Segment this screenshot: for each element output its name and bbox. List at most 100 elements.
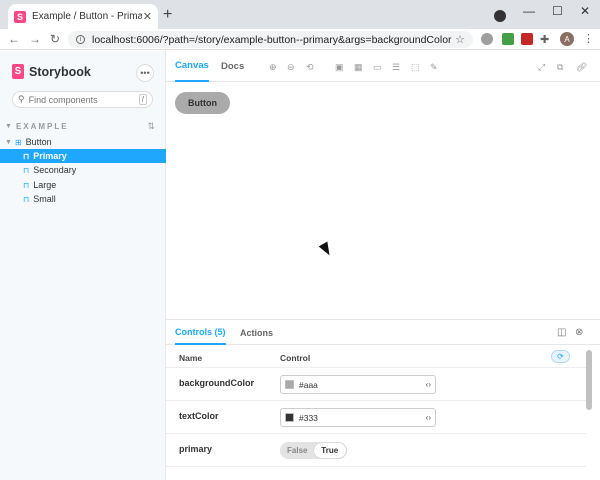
controls-table: Name Control ⟳ backgroundColor #aaa ‹› t… xyxy=(166,346,586,467)
forward-icon[interactable]: → xyxy=(29,32,41,46)
bookmark-icon: ⊓ xyxy=(23,151,30,161)
storybook-title: Storybook xyxy=(29,64,91,79)
sidebar-item-label: Large xyxy=(33,180,57,190)
column-header-name: Name xyxy=(179,353,203,363)
open-new-tab-icon[interactable]: ⧉ xyxy=(557,62,563,73)
sidebar-item-small[interactable]: ⊓ Small xyxy=(0,192,166,206)
control-name: backgroundColor xyxy=(179,378,255,388)
table-row: backgroundColor #aaa ‹› xyxy=(166,368,586,401)
browser-title-bar: S Example / Button - Primary · Storybook… xyxy=(0,0,600,29)
search-box[interactable]: ⚲ / xyxy=(12,91,153,108)
table-row: textColor #333 ‹› xyxy=(166,401,586,434)
bookmark-star-icon[interactable]: ☆ xyxy=(455,33,465,46)
expand-collapse-icon[interactable]: ‹› xyxy=(426,413,431,422)
sidebar-item-label: Secondary xyxy=(33,165,77,175)
sidebar-item-label: Small xyxy=(33,194,56,204)
storybook-sidebar: S Storybook ••• ⚲ / ▼ EXAMPLE ⇅ ▼ ⊞ Butt… xyxy=(0,51,166,480)
toggle-option-true[interactable]: True xyxy=(313,443,346,458)
zoom-out-icon[interactable]: ⊖ xyxy=(287,62,295,73)
tab-actions[interactable]: Actions xyxy=(240,320,273,345)
edit-icon[interactable]: ✎ xyxy=(430,62,438,73)
close-tab-icon[interactable]: ✕ xyxy=(143,10,152,23)
site-info-icon[interactable]: i xyxy=(76,35,85,44)
search-input[interactable] xyxy=(28,94,129,105)
zoom-in-icon[interactable]: ⊕ xyxy=(269,62,277,73)
storybook-logo-icon: S xyxy=(12,64,24,79)
addons-panel: Controls (5) Actions ◫ ⊗ Name Control ⟳ … xyxy=(166,319,600,480)
sidebar-item-secondary[interactable]: ⊓ Secondary xyxy=(0,163,166,177)
tab-title: Example / Button - Primary · Storybook xyxy=(32,11,142,22)
panel-orientation-icon[interactable]: ◫ xyxy=(557,327,566,338)
preview-toolbar: Canvas Docs ⊕ ⊖ ⟲ ▣ ▦ ▭ ☰ ⬚ ✎ ⤢ ⧉ 🔗︎ xyxy=(166,51,600,82)
table-header: Name Control ⟳ xyxy=(166,346,586,368)
url-text[interactable]: localhost:6006/?path=/story/example-butt… xyxy=(92,34,452,46)
extension-abp-icon[interactable] xyxy=(481,33,493,45)
chevron-down-icon: ▼ xyxy=(5,138,12,146)
group-label: EXAMPLE xyxy=(15,122,69,131)
sidebar-menu-button[interactable]: ••• xyxy=(136,64,154,82)
background-icon[interactable]: ▣ xyxy=(335,62,344,73)
browser-tab[interactable]: S Example / Button - Primary · Storybook… xyxy=(8,4,158,29)
tab-controls[interactable]: Controls (5) xyxy=(175,320,226,345)
color-value[interactable]: #aaa xyxy=(299,380,318,390)
expand-collapse-icon[interactable]: ‹› xyxy=(426,380,431,389)
close-panel-icon[interactable]: ⊗ xyxy=(575,327,583,338)
sidebar-item-button[interactable]: ▼ ⊞ Button xyxy=(0,135,166,149)
chevron-down-icon: ▼ xyxy=(5,123,12,130)
toggle-option-false[interactable]: False xyxy=(281,443,314,458)
extension-pen-icon[interactable] xyxy=(502,33,514,45)
color-value[interactable]: #333 xyxy=(299,413,318,423)
profile-avatar[interactable]: A xyxy=(560,32,574,46)
color-swatch[interactable] xyxy=(285,380,294,389)
sidebar-item-large[interactable]: ⊓ Large xyxy=(0,178,166,192)
component-icon: ⊞ xyxy=(14,137,22,147)
address-bar[interactable]: i localhost:6006/?path=/story/example-bu… xyxy=(68,31,473,48)
panel-scrollbar[interactable] xyxy=(586,350,592,410)
table-row: primary False True xyxy=(166,434,586,467)
story-button[interactable]: Button xyxy=(175,92,230,114)
browser-menu-icon[interactable]: ⋮ xyxy=(583,32,594,45)
back-icon[interactable]: ← xyxy=(8,32,20,46)
search-shortcut-hint: / xyxy=(138,94,147,105)
new-tab-button[interactable]: + xyxy=(163,7,172,23)
column-header-control: Control xyxy=(280,353,311,363)
reset-controls-button[interactable]: ⟳ xyxy=(551,350,570,363)
control-name: textColor xyxy=(179,411,219,421)
viewport-icon[interactable]: ▭ xyxy=(373,62,382,73)
control-name: primary xyxy=(179,444,213,454)
tab-canvas[interactable]: Canvas xyxy=(175,51,209,82)
maximize-icon[interactable]: ☐ xyxy=(552,4,563,18)
storybook-logo[interactable]: S Storybook xyxy=(12,64,91,79)
measure-icon[interactable]: ☰ xyxy=(392,62,400,73)
mouse-cursor-icon xyxy=(318,241,334,258)
sidebar-item-label: Button xyxy=(25,137,52,147)
search-icon: ⚲ xyxy=(18,94,25,104)
group-header-example[interactable]: ▼ EXAMPLE ⇅ xyxy=(5,121,155,132)
panel-tab-bar: Controls (5) Actions ◫ ⊗ xyxy=(166,320,600,345)
sidebar-item-label: Primary xyxy=(33,151,67,161)
grid-icon[interactable]: ▦ xyxy=(354,62,363,73)
fullscreen-icon[interactable]: ⤢ xyxy=(538,62,545,73)
download-icon[interactable] xyxy=(494,10,506,22)
window-close-icon[interactable]: ✕ xyxy=(580,4,590,18)
zoom-reset-icon[interactable]: ⟲ xyxy=(306,62,314,73)
bookmark-icon: ⊓ xyxy=(23,165,30,175)
extension-red-icon[interactable] xyxy=(521,33,533,45)
tab-docs[interactable]: Docs xyxy=(221,51,244,82)
bookmark-icon: ⊓ xyxy=(23,194,30,204)
primary-toggle[interactable]: False True xyxy=(280,442,347,459)
collapse-all-icon[interactable]: ⇅ xyxy=(147,121,155,132)
bookmark-icon: ⊓ xyxy=(23,180,30,190)
text-color-field[interactable]: #333 ‹› xyxy=(280,408,436,427)
sidebar-item-primary[interactable]: ⊓ Primary xyxy=(0,149,166,163)
story-canvas: Button xyxy=(166,82,600,319)
storybook-favicon-icon: S xyxy=(14,10,26,23)
color-swatch[interactable] xyxy=(285,413,294,422)
browser-toolbar: ← → ↻ i localhost:6006/?path=/story/exam… xyxy=(0,29,600,50)
minimize-icon[interactable]: — xyxy=(523,4,535,18)
outline-icon[interactable]: ⬚ xyxy=(411,62,420,73)
reload-icon[interactable]: ↻ xyxy=(50,32,60,46)
copy-link-icon[interactable]: 🔗︎ xyxy=(576,62,587,73)
extensions-puzzle-icon[interactable]: ✚ xyxy=(540,33,552,46)
background-color-field[interactable]: #aaa ‹› xyxy=(280,375,436,394)
